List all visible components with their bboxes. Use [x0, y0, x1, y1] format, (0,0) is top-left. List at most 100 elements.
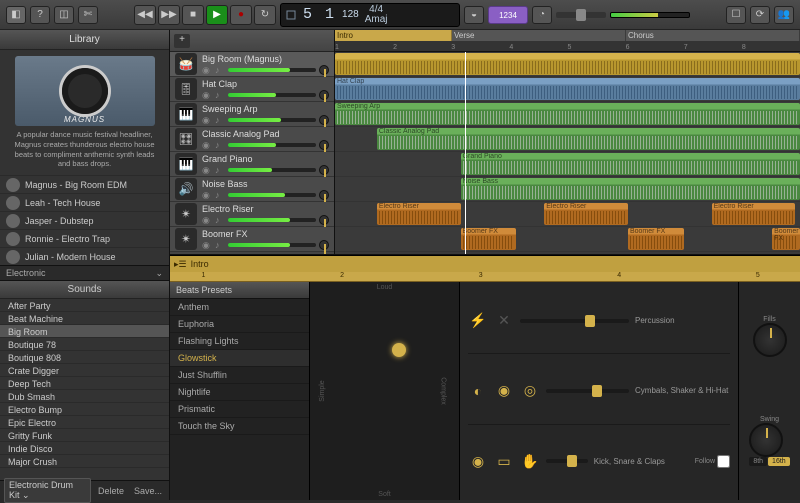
region[interactable]: Electro Riser [544, 203, 628, 225]
region[interactable]: Classic Analog Pad [377, 128, 800, 150]
kit-piece-icon[interactable]: ◉ [468, 451, 488, 471]
track-header[interactable]: 🎚Hat Clap◉♪ [170, 77, 334, 102]
solo-button[interactable]: ♪ [215, 215, 225, 225]
preset-item[interactable]: Touch the Sky [170, 418, 309, 435]
track-header[interactable]: 🔊Noise Bass◉♪ [170, 177, 334, 202]
kit-piece-icon[interactable]: ✕ [494, 311, 514, 331]
preset-item[interactable]: Glowstick [170, 350, 309, 367]
kit-piece-icon[interactable]: ◎ [520, 381, 540, 401]
sound-item[interactable]: Deep Tech [0, 377, 169, 390]
sound-item[interactable]: Major Crush [0, 455, 169, 468]
solo-button[interactable]: ♪ [215, 65, 225, 75]
region[interactable]: Boomer FX [772, 228, 800, 250]
region[interactable]: Noise Bass [461, 178, 800, 200]
drummer-row[interactable]: Leah - Tech House [0, 193, 169, 211]
kit-piece-icon[interactable]: ◐ [468, 381, 488, 401]
master-volume-slider[interactable] [556, 12, 606, 18]
timeline[interactable]: IntroVerseChorus 123456789 Hat Clap Sweep… [335, 30, 800, 254]
region[interactable]: Boomer FX [461, 228, 517, 250]
drummer-row[interactable]: Magnus - Big Room EDM [0, 175, 169, 193]
preset-item[interactable]: Prismatic [170, 401, 309, 418]
track-header[interactable]: 🎹Grand Piano◉♪ [170, 152, 334, 177]
stop-button[interactable]: ■ [182, 5, 204, 25]
tuner-button[interactable]: ◒ [464, 6, 484, 24]
preset-item[interactable]: Anthem [170, 299, 309, 316]
region[interactable]: Sweeping Arp [335, 103, 800, 125]
sound-item[interactable]: Boutique 808 [0, 351, 169, 364]
region[interactable]: Electro Riser [377, 203, 461, 225]
volume-slider[interactable] [228, 93, 316, 97]
track-lane[interactable]: Electro Riser Electro Riser Electro Riser [335, 202, 800, 227]
mute-button[interactable]: ◉ [202, 190, 212, 200]
playhead[interactable] [465, 52, 466, 254]
track-header[interactable]: ✴Electro Riser◉♪ [170, 202, 334, 227]
record-button[interactable]: ● [230, 5, 252, 25]
cycle-button[interactable]: ↻ [254, 5, 276, 25]
drummer-row[interactable]: Jasper - Dubstep [0, 211, 169, 229]
save-button[interactable]: Save... [131, 486, 165, 496]
pan-knob[interactable] [319, 240, 329, 250]
mute-button[interactable]: ◉ [202, 115, 212, 125]
drummer-row[interactable]: Ronnie - Electro Trap [0, 229, 169, 247]
forward-button[interactable]: ▶▶ [158, 5, 180, 25]
kit-piece-icon[interactable]: ▭ [494, 451, 514, 471]
region[interactable]: Hat Clap [335, 78, 800, 100]
pan-knob[interactable] [319, 115, 329, 125]
region[interactable]: Boomer FX [628, 228, 684, 250]
track-header[interactable]: ✴Boomer FX◉♪ [170, 227, 334, 252]
track-lane[interactable]: Classic Analog Pad [335, 127, 800, 152]
mute-button[interactable]: ◉ [202, 65, 212, 75]
pan-knob[interactable] [319, 90, 329, 100]
solo-button[interactable]: ♪ [215, 165, 225, 175]
delete-button[interactable]: Delete [95, 486, 127, 496]
track-lane[interactable]: Grand Piano [335, 152, 800, 177]
drummer-category-select[interactable]: Electronic⌄ [0, 265, 169, 281]
track-lane[interactable]: Boomer FX Boomer FX Boomer FX [335, 227, 800, 252]
solo-button[interactable]: ♪ [215, 190, 225, 200]
sound-item[interactable]: Crate Digger [0, 364, 169, 377]
track-lane[interactable]: Noise Bass [335, 177, 800, 202]
volume-slider[interactable] [228, 193, 316, 197]
track-lane[interactable] [335, 52, 800, 77]
swing-option[interactable]: 8th [749, 457, 767, 466]
volume-slider[interactable] [228, 243, 316, 247]
track-header[interactable]: 🥁Big Room (Magnus)◉♪ [170, 52, 334, 77]
preset-item[interactable]: Euphoria [170, 316, 309, 333]
notepad-button[interactable]: ☐ [726, 6, 746, 24]
sound-item[interactable]: Dub Smash [0, 390, 169, 403]
mute-button[interactable]: ◉ [202, 240, 212, 250]
region[interactable] [335, 53, 800, 75]
ruler[interactable]: IntroVerseChorus 123456789 [335, 30, 800, 52]
kit-piece-icon[interactable]: ◉ [494, 381, 514, 401]
smart-controls-toggle[interactable]: ◫ [54, 6, 74, 24]
pan-knob[interactable] [319, 215, 329, 225]
media-button[interactable]: 👥 [774, 6, 794, 24]
kit-complexity-slider[interactable] [520, 319, 629, 323]
preset-item[interactable]: Nightlife [170, 384, 309, 401]
kit-piece-icon[interactable]: ⚡ [468, 311, 488, 331]
kit-select[interactable]: Electronic Drum Kit ⌄ [4, 478, 91, 503]
pan-knob[interactable] [319, 65, 329, 75]
volume-slider[interactable] [228, 218, 316, 222]
kit-piece-icon[interactable]: ✋ [520, 451, 540, 471]
mute-button[interactable]: ◉ [202, 215, 212, 225]
sound-item[interactable]: Boutique 78 [0, 338, 169, 351]
play-button[interactable]: ▶ [206, 5, 228, 25]
region-settings-icon[interactable]: ☰ [179, 259, 187, 270]
track-lane[interactable]: Hat Clap [335, 77, 800, 102]
region[interactable]: Electro Riser [712, 203, 796, 225]
metronome-button[interactable]: ◔ [532, 6, 552, 24]
swing-knob[interactable] [749, 423, 783, 457]
editor-ruler[interactable]: 12345 [170, 272, 800, 282]
sound-item[interactable]: Beat Machine [0, 312, 169, 325]
pan-knob[interactable] [319, 165, 329, 175]
volume-slider[interactable] [228, 118, 316, 122]
track-header[interactable]: 🎛Classic Analog Pad◉♪ [170, 127, 334, 152]
sound-item[interactable]: Big Room [0, 325, 169, 338]
pan-knob[interactable] [319, 140, 329, 150]
kit-complexity-slider[interactable] [546, 389, 629, 393]
xy-puck[interactable] [392, 343, 406, 357]
region[interactable]: Grand Piano [461, 153, 800, 175]
rewind-button[interactable]: ◀◀ [134, 5, 156, 25]
swing-segmented[interactable]: 8th16th [749, 457, 789, 466]
